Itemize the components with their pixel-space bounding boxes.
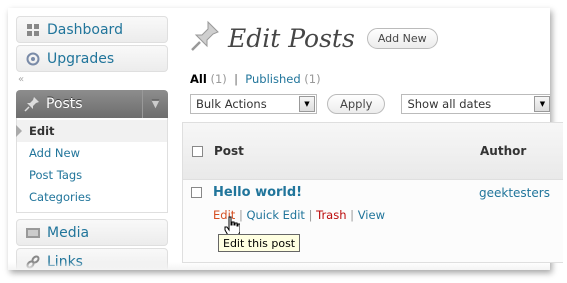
page-header: Edit Posts Add New: [190, 16, 550, 60]
posts-submenu: Edit Add New Post Tags Categories: [16, 118, 168, 213]
main-content: Edit Posts Add New All (1) | Published (…: [190, 16, 550, 114]
dropdown-arrow-icon: ▼: [534, 96, 550, 112]
post-title-link[interactable]: Hello world!: [213, 185, 302, 200]
filter-all-link[interactable]: All: [190, 72, 207, 86]
collapse-menu-icon[interactable]: «: [18, 74, 168, 88]
bulk-actions-value: Bulk Actions: [196, 97, 267, 111]
submenu-item-add-new[interactable]: Add New: [17, 142, 167, 164]
media-icon: [25, 225, 41, 241]
date-filter-select[interactable]: Show all dates ▼: [401, 94, 550, 114]
filter-published-count: (1): [304, 72, 321, 86]
submenu-item-edit[interactable]: Edit: [16, 120, 167, 142]
sidebar-item-posts[interactable]: Posts ▼: [16, 90, 168, 118]
sidebar-item-links[interactable]: Links: [16, 248, 168, 270]
quick-edit-link[interactable]: Quick Edit: [246, 208, 304, 222]
select-all-checkbox[interactable]: [192, 146, 203, 157]
sidebar-item-label: Links: [47, 253, 83, 270]
add-new-button[interactable]: Add New: [366, 27, 438, 49]
submenu-item-categories[interactable]: Categories: [17, 186, 167, 208]
post-author-link[interactable]: geektesters: [479, 186, 550, 200]
column-header-author[interactable]: Author: [480, 144, 526, 158]
bulk-actions-select[interactable]: Bulk Actions ▼: [190, 94, 317, 114]
dropdown-arrow-icon: ▼: [299, 96, 315, 112]
upgrades-icon: [25, 51, 41, 67]
action-separator: |: [308, 208, 313, 222]
sidebar-item-label: Upgrades: [47, 50, 115, 67]
table-controls: Bulk Actions ▼ Apply Show all dates ▼: [190, 94, 550, 114]
row-checkbox[interactable]: [191, 187, 202, 198]
filter-published-link[interactable]: Published: [245, 72, 300, 86]
sidebar-item-dashboard[interactable]: Dashboard: [16, 16, 168, 43]
pushpin-icon: [24, 96, 40, 112]
sidebar-item-media[interactable]: Media: [16, 219, 168, 246]
links-icon: [25, 254, 41, 270]
admin-sidebar: Dashboard Upgrades « Posts ▼ Edit Add Ne…: [16, 16, 168, 270]
submenu-toggle-icon[interactable]: ▼: [142, 90, 168, 118]
sidebar-item-label: Posts: [46, 96, 83, 112]
sidebar-item-upgrades[interactable]: Upgrades: [16, 45, 168, 72]
filter-all-count: (1): [210, 72, 227, 86]
trash-link[interactable]: Trash: [316, 208, 346, 222]
status-filter: All (1) | Published (1): [190, 72, 550, 86]
column-header-post[interactable]: Post: [214, 144, 244, 158]
page-title: Edit Posts: [228, 23, 355, 53]
apply-button[interactable]: Apply: [327, 94, 386, 114]
tooltip: Edit this post: [218, 234, 301, 252]
sidebar-item-label: Dashboard: [47, 21, 123, 38]
posts-pushpin-icon: [190, 20, 220, 56]
sidebar-item-label: Media: [47, 224, 90, 241]
filter-separator: |: [234, 72, 238, 86]
date-filter-value: Show all dates: [407, 97, 492, 111]
action-separator: |: [350, 208, 355, 222]
submenu-item-post-tags[interactable]: Post Tags: [17, 164, 167, 186]
dashboard-icon: [25, 22, 41, 38]
table-header: Post Author: [183, 123, 563, 180]
view-link[interactable]: View: [358, 208, 385, 222]
